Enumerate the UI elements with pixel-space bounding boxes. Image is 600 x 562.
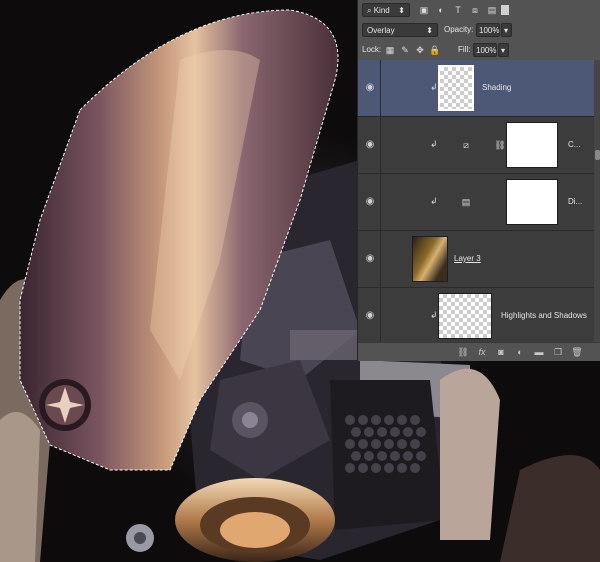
divider	[380, 174, 381, 231]
layers-scrollbar[interactable]	[594, 60, 600, 342]
divider	[380, 117, 381, 174]
layers-panel: ⌕ Kind ⬍ ▣ ◐ T ⧈ ▤ Overlay ⬍ Opacity: 100%…	[357, 0, 600, 361]
fill-field[interactable]: 100%	[473, 43, 497, 57]
adjustment-filter-icon[interactable]: ◐	[435, 4, 447, 16]
opacity-label: Opacity:	[444, 25, 474, 34]
layer-row-layer-3[interactable]: ◉ Layer 3	[358, 231, 594, 288]
clipping-arrow-icon: ↲	[430, 310, 438, 320]
new-layer-icon[interactable]: ❐	[552, 346, 564, 358]
layer-mask-thumbnail[interactable]	[506, 179, 558, 225]
link-icon[interactable]: ⛓	[457, 346, 469, 358]
layers-bottom-bar: ⛓ fx ◙ ◐ ▬ ❐ 🗑	[358, 342, 600, 361]
layer-name[interactable]: Highlights and Shadows	[501, 310, 587, 322]
divider	[380, 288, 381, 342]
layer-mask-thumbnail[interactable]	[506, 122, 558, 168]
filter-bar: ⌕ Kind ⬍ ▣ ◐ T ⧈ ▤	[358, 0, 600, 20]
type-filter-icon[interactable]: T	[452, 4, 464, 16]
dropdown-arrow-icon: ⬍	[426, 26, 433, 35]
visibility-eye-icon[interactable]: ◉	[364, 82, 376, 94]
opacity-field[interactable]: 100%	[476, 23, 500, 37]
fill-label: Fill:	[458, 45, 471, 54]
blend-bar: Overlay ⬍ Opacity: 100% ▾	[358, 20, 600, 40]
divider	[380, 231, 381, 288]
smart-object-filter-icon[interactable]: ▤	[486, 4, 498, 16]
adjustment-layer-icon[interactable]: ▤	[460, 196, 472, 208]
lock-label: Lock:	[362, 45, 382, 54]
lock-position-icon[interactable]: ✥	[414, 44, 426, 56]
layer-row-adjustment[interactable]: ◉ ↲ ▤ Di...	[358, 174, 594, 231]
shape-filter-icon[interactable]: ⧈	[469, 4, 481, 16]
layer-name[interactable]: C...	[568, 139, 580, 151]
opacity-dropdown-icon[interactable]: ▾	[501, 23, 512, 37]
dropdown-arrow-icon: ⬍	[398, 6, 405, 15]
clipping-arrow-icon: ↲	[430, 139, 438, 149]
layer-name[interactable]: Layer 3	[454, 253, 481, 265]
group-icon[interactable]: ▬	[533, 346, 545, 358]
kind-filter-dropdown[interactable]: ⌕ Kind ⬍	[362, 3, 410, 17]
visibility-eye-icon[interactable]: ◉	[364, 310, 376, 322]
layer-row-shading[interactable]: ◉ ↲ Shading	[358, 60, 594, 117]
layer-thumbnail[interactable]	[412, 236, 448, 282]
trash-icon[interactable]: 🗑	[571, 346, 583, 358]
visibility-eye-icon[interactable]: ◉	[364, 139, 376, 151]
lock-image-icon[interactable]: ✎	[399, 44, 411, 56]
layer-row-curves[interactable]: ◉ ↲ ⧄ ⛓ C...	[358, 117, 594, 174]
blend-mode-dropdown[interactable]: Overlay ⬍	[362, 23, 438, 37]
clipping-arrow-icon: ↲	[430, 196, 438, 206]
lock-all-icon[interactable]: 🔒	[429, 44, 441, 56]
kind-label: Kind	[373, 6, 390, 15]
search-icon: ⌕	[367, 6, 374, 15]
divider	[380, 60, 381, 117]
pixel-filter-icon[interactable]: ▣	[418, 4, 430, 16]
layer-thumbnail[interactable]	[438, 65, 474, 111]
lock-bar: Lock: ▦ ✎ ✥ 🔒 Fill: 100% ▾	[358, 40, 600, 61]
adjustment-icon[interactable]: ◐	[514, 346, 526, 358]
blend-mode-value: Overlay	[367, 26, 395, 35]
layer-name[interactable]: Di...	[568, 196, 582, 208]
visibility-eye-icon[interactable]: ◉	[364, 196, 376, 208]
fill-dropdown-icon[interactable]: ▾	[498, 43, 509, 57]
fx-icon[interactable]: fx	[476, 346, 488, 358]
scrollbar-thumb[interactable]	[595, 150, 600, 160]
layers-list: ◉ ↲ Shading ◉ ↲ ⧄ ⛓ C... ◉ ↲ ▤ Di... ◉ L…	[358, 60, 594, 342]
layer-thumbnail[interactable]	[438, 293, 492, 339]
lock-transparent-icon[interactable]: ▦	[384, 44, 396, 56]
layer-row-highlights-and-shadows[interactable]: ◉ ↲ Highlights and Shadows	[358, 288, 594, 342]
layer-name[interactable]: Shading	[482, 82, 511, 94]
curves-adjustment-icon[interactable]: ⧄	[460, 139, 472, 151]
clipping-arrow-icon: ↲	[430, 82, 438, 92]
mask-icon[interactable]: ◙	[495, 346, 507, 358]
link-chain-icon[interactable]: ⛓	[494, 139, 506, 151]
filter-toggle-icon[interactable]	[501, 5, 509, 15]
visibility-eye-icon[interactable]: ◉	[364, 253, 376, 265]
